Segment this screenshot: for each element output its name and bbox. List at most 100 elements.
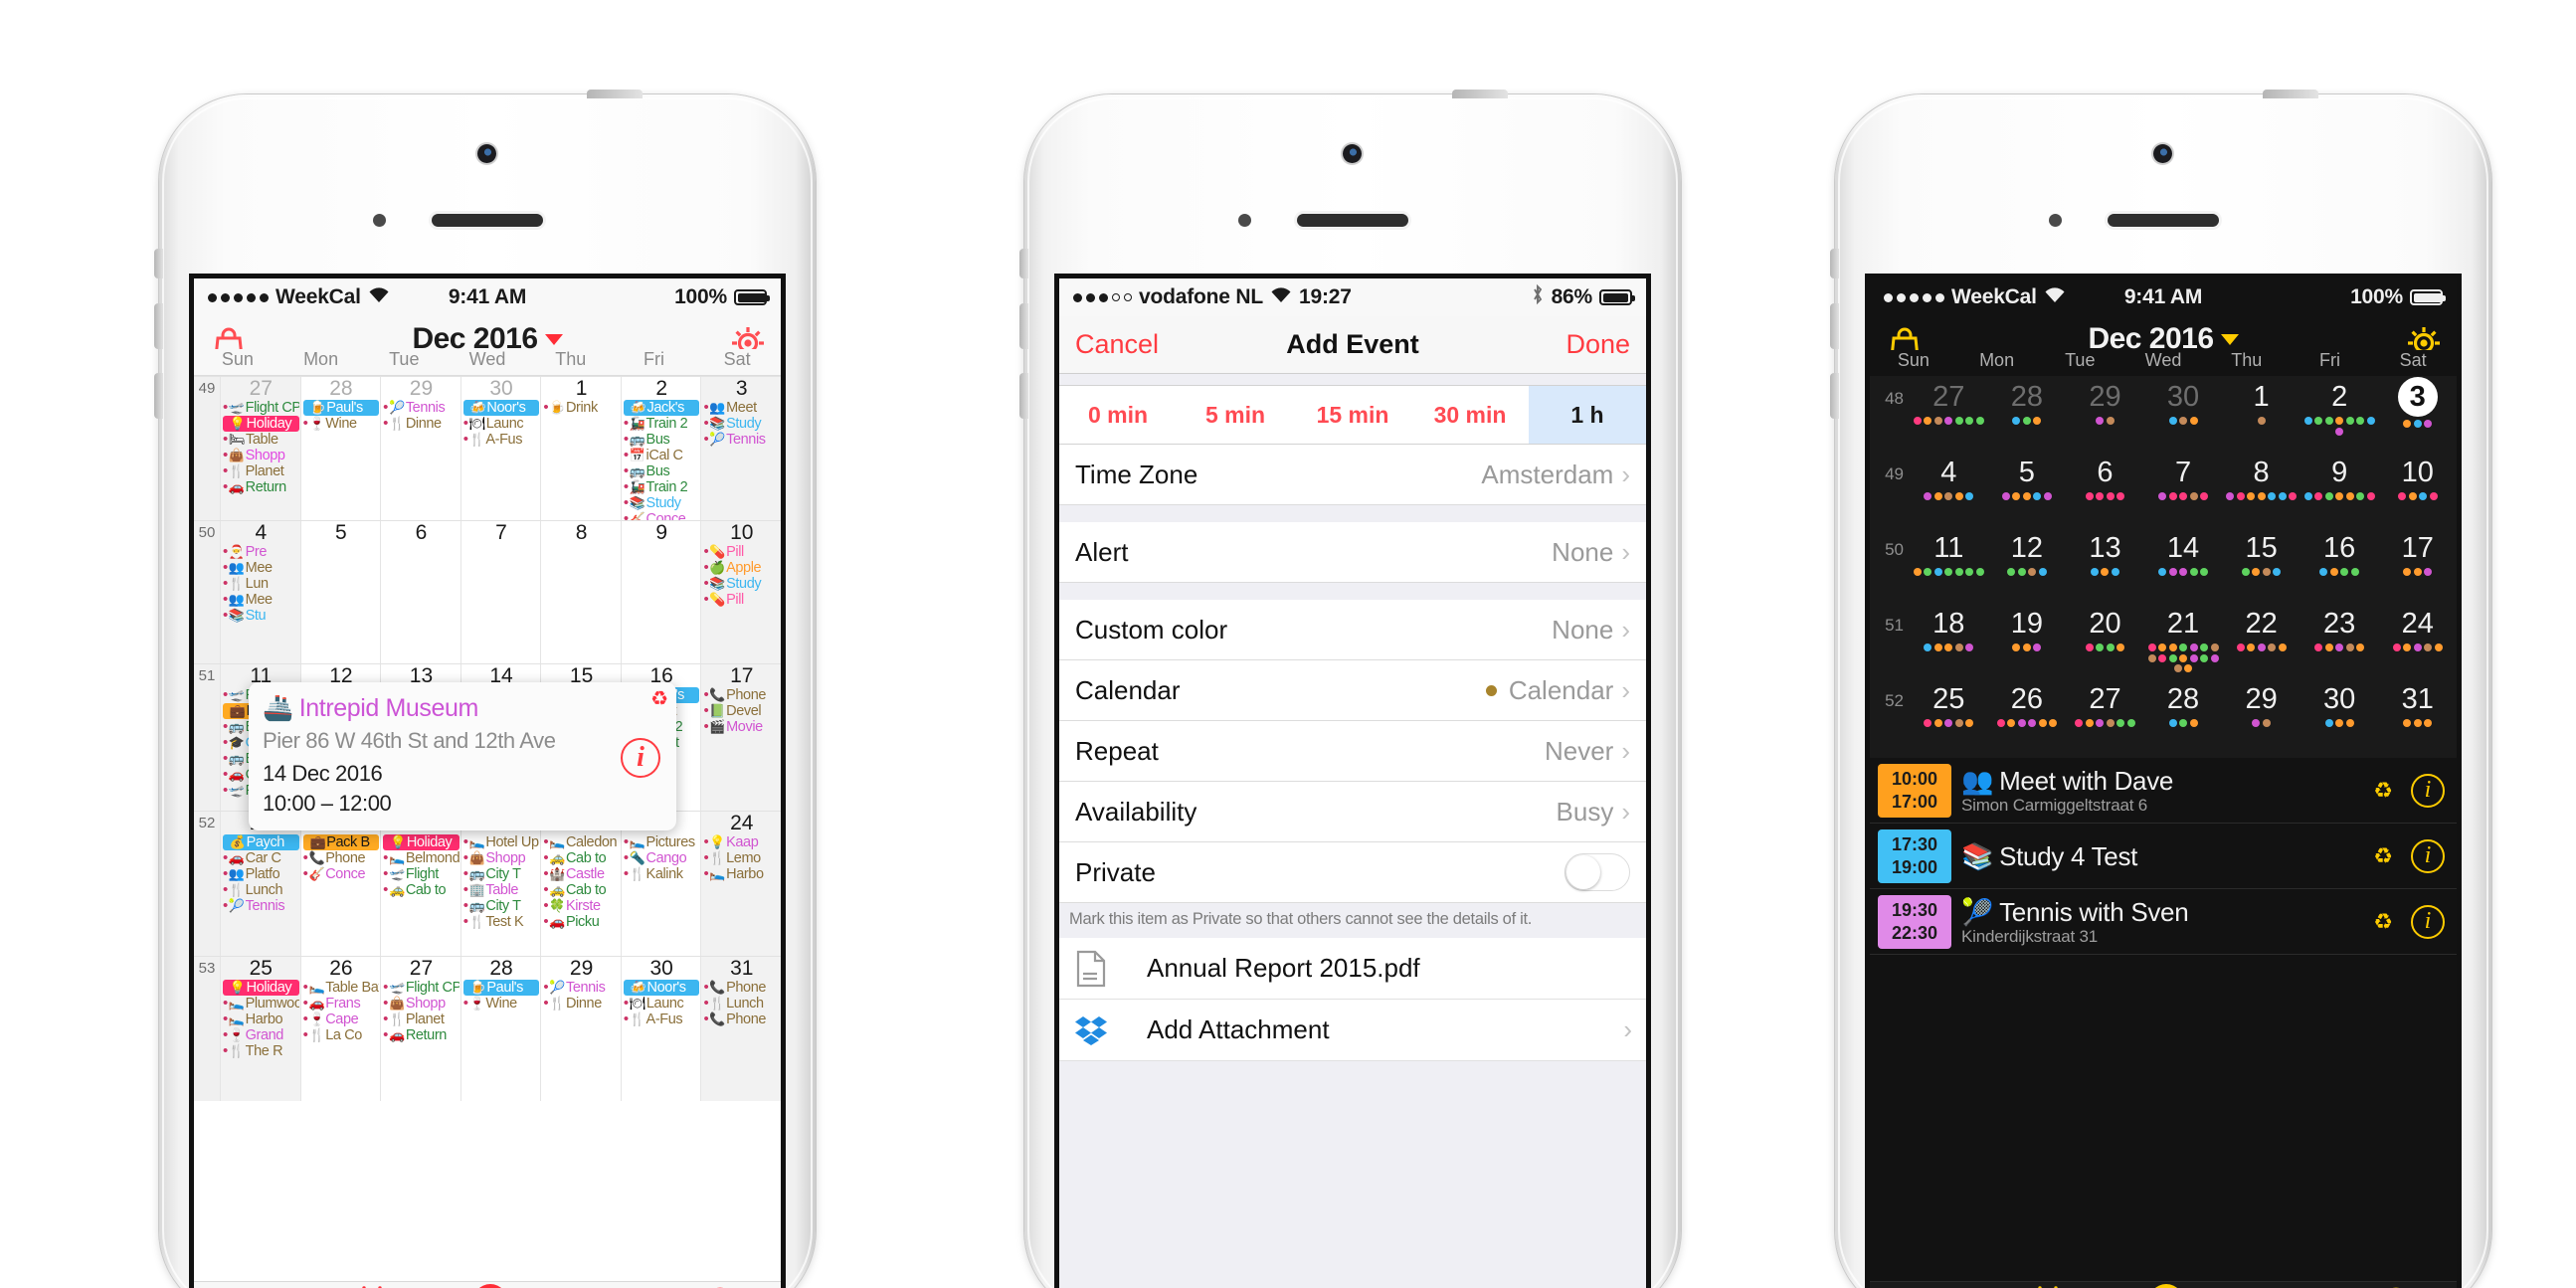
add-icon[interactable] bbox=[467, 1282, 513, 1288]
calendar-event[interactable]: • 📞 Phone bbox=[703, 687, 780, 703]
calendar-event[interactable]: • 🍷 Wine bbox=[463, 996, 540, 1012]
calendar-event[interactable]: •💰Paych bbox=[223, 834, 299, 851]
calendar-event[interactable]: • 🍷 Wine bbox=[303, 416, 380, 432]
alert-preset-segmented-control[interactable]: 0 min 5 min 15 min 30 min 1 h bbox=[1059, 385, 1646, 445]
calendar-event[interactable]: •💡Holiday bbox=[223, 980, 299, 997]
day-cell[interactable]: 25•💡Holiday•🛌Plumwood Inn•🛌Harbo•🍷Grand•… bbox=[220, 957, 300, 1101]
calendar-event[interactable]: • 📗 Devel bbox=[703, 703, 780, 719]
day-cell[interactable]: 5 bbox=[1988, 456, 2067, 500]
event-list-item[interactable]: 17:30 19:00 📚 Study 4 Test ♻ i bbox=[1870, 824, 2457, 889]
info-button[interactable]: i bbox=[2411, 838, 2445, 873]
day-cell[interactable]: 27•🛫Flight CPT-AMS•💡Holiday•🛏Table•👜Shop… bbox=[220, 377, 300, 520]
calendar-event[interactable]: • 🍴 Dinne bbox=[383, 416, 460, 432]
calendar-event[interactable]: • 🍴 Kalink bbox=[624, 866, 700, 882]
calendar-event[interactable]: • 🍴 La Co bbox=[303, 1027, 380, 1043]
calendar-event[interactable]: • 🍺 Drink bbox=[543, 400, 620, 416]
calendar-event[interactable]: • 🚗 Frans bbox=[303, 996, 380, 1012]
calendar-event[interactable]: •🛌Caledon Villa G bbox=[543, 834, 620, 850]
mute-switch[interactable] bbox=[154, 249, 163, 278]
power-button[interactable] bbox=[1452, 90, 1508, 98]
day-cell[interactable]: 5 bbox=[299, 521, 381, 663]
calendar-event[interactable]: • 🍀 Kirste bbox=[543, 898, 620, 914]
day-cell[interactable]: 9 bbox=[620, 521, 701, 663]
calendar-event[interactable]: •💡Holiday bbox=[223, 416, 299, 433]
day-cell[interactable]: 28•🍺Paul's•🍷Wine bbox=[299, 377, 381, 520]
day-cell[interactable]: 22•🛌Caledon Villa G•🚕Cab to•🏰Castle•🚕Cab… bbox=[540, 812, 621, 956]
volume-up-button[interactable] bbox=[1019, 303, 1028, 349]
day-cell[interactable]: 24 bbox=[2378, 607, 2457, 651]
day-cell[interactable]: 30 bbox=[2300, 682, 2379, 727]
calendar-event[interactable]: • 🚕 Cab to bbox=[383, 882, 460, 898]
day-cell[interactable]: 29 bbox=[2222, 682, 2300, 727]
calendar-event[interactable]: • 🛌 Harbo bbox=[703, 866, 780, 882]
alert-preset-0-min[interactable]: 0 min bbox=[1059, 386, 1177, 444]
day-cell[interactable]: 23•🛌Pictures Guest•🔦Cango•🍴Kalink bbox=[620, 812, 701, 956]
calendar-event[interactable]: •🛫Flight bbox=[383, 866, 460, 882]
calendar-event[interactable]: •🛌Hotel Upper Eas bbox=[463, 834, 540, 850]
day-cell[interactable]: 26•🛌Table Bay Hotel•🚗Frans•🍷Cape•🍴La Co bbox=[299, 957, 381, 1101]
day-cell[interactable]: 20 bbox=[2066, 607, 2144, 651]
calendar-event[interactable]: • 👜 Shopp bbox=[463, 850, 540, 866]
calendar-event[interactable]: • 🚂 Train 2 bbox=[624, 416, 700, 432]
calendar-event[interactable]: •👥Meet bbox=[703, 400, 780, 416]
day-cell[interactable]: 17 • 📞 Phone • 📗 Devel • 🎬 Movie bbox=[700, 664, 781, 811]
calendar-event[interactable]: • 💡 Kaap bbox=[703, 834, 780, 850]
mute-switch[interactable] bbox=[1830, 249, 1839, 278]
day-cell[interactable]: 10 bbox=[2378, 456, 2457, 500]
calendar-event[interactable]: • 🎾 Tennis bbox=[223, 898, 299, 914]
day-cell[interactable]: 30•🍻Noor's•🍽Launc•🍴A-Fus bbox=[620, 957, 701, 1101]
day-cell[interactable]: 10 • 💊 Pill • 🍏 Apple • 📚 Study • 💊 Pill bbox=[700, 521, 781, 663]
power-button[interactable] bbox=[587, 90, 643, 98]
attachment-row[interactable]: Add Attachment › bbox=[1059, 1000, 1646, 1061]
day-cell[interactable]: 22 bbox=[2222, 607, 2300, 651]
calendar-event[interactable]: • 🎸 Conce bbox=[303, 866, 380, 882]
form-row-availability[interactable]: Availability Busy › bbox=[1059, 782, 1646, 842]
form-row-repeat[interactable]: Repeat Never › bbox=[1059, 721, 1646, 782]
day-cell[interactable]: 28 bbox=[1988, 380, 2067, 425]
calendar-event[interactable]: • 📚 Study bbox=[703, 576, 780, 592]
calendar-event[interactable]: • 🚌 Bus bbox=[624, 463, 700, 479]
calendar-event[interactable]: • 🛏 Table bbox=[223, 432, 299, 448]
day-cell[interactable]: 4 bbox=[1910, 456, 1988, 500]
calendar-event[interactable]: •🛌Plumwood Inn bbox=[223, 996, 299, 1012]
info-button[interactable]: i bbox=[2411, 773, 2445, 808]
calendar-event[interactable]: • 🎸 Conce bbox=[624, 511, 700, 520]
day-cell[interactable]: 1 bbox=[2222, 380, 2300, 425]
day-cell[interactable]: 6 bbox=[2066, 456, 2144, 500]
month-grid[interactable]: 48 27 28 29 30 1 2 3 49 4 5 6 7 8 9 10 50 11 12 13 14 15 16 17 5… bbox=[1870, 376, 2457, 758]
calendar-event[interactable]: •🛫Flight CPT-AMS bbox=[223, 400, 299, 416]
calendar-event[interactable]: • 🚌 Bus bbox=[624, 432, 700, 448]
calendar-event[interactable]: • 🔦 Cango bbox=[624, 850, 700, 866]
day-cell[interactable]: 3 bbox=[2378, 377, 2457, 428]
day-cell[interactable]: 3 • 👥 Meet • 📚 Study • 🎾 Tennis bbox=[700, 377, 781, 520]
calendar-event[interactable]: • 🎾 Tennis bbox=[543, 980, 620, 996]
alert-preset-1-h[interactable]: 1 h bbox=[1529, 386, 1646, 444]
calendar-event[interactable]: • 🚌 City T bbox=[463, 898, 540, 914]
day-cell[interactable]: 27 bbox=[1910, 380, 1988, 425]
day-cell[interactable]: 4 • 🎅 Pre • 👥 Mee • 🍴 Lun • 👥 Mee • 📚 Stu bbox=[220, 521, 300, 663]
day-cell[interactable]: 18 bbox=[1910, 607, 1988, 651]
day-cell[interactable]: 19•💼Pack B•📞Phone•🎸Conce bbox=[299, 812, 381, 956]
day-cell[interactable]: 7 bbox=[2144, 456, 2223, 500]
calendar-event[interactable]: • 👥 Platfo bbox=[223, 866, 299, 882]
calendar-event[interactable]: • 🚗 Picku bbox=[543, 914, 620, 930]
calendar-event[interactable]: • 🎅 Pre bbox=[223, 544, 299, 560]
volume-up-button[interactable] bbox=[1830, 303, 1839, 349]
day-cell[interactable]: 6 bbox=[380, 521, 460, 663]
calendar-event[interactable]: • 🚌 City T bbox=[463, 866, 540, 882]
calendar-event[interactable]: • 🚕 Cab to bbox=[543, 882, 620, 898]
day-cell[interactable]: 26 bbox=[1988, 682, 2067, 727]
day-cell[interactable]: 21•🛌Hotel Upper Eas•👜Shopp•🚌City T•🏢Tabl… bbox=[460, 812, 541, 956]
form-row-custom-color[interactable]: Custom color None › bbox=[1059, 600, 1646, 660]
calendar-event[interactable]: • 🚕 Cab to bbox=[543, 850, 620, 866]
calendar-event[interactable]: •🛌Pictures Guest bbox=[624, 834, 700, 850]
calendar-event[interactable]: • 🍴 Dinne bbox=[543, 996, 620, 1012]
day-cell[interactable]: 31 bbox=[2378, 682, 2457, 727]
alert-preset-30-min[interactable]: 30 min bbox=[1411, 386, 1529, 444]
add-icon[interactable] bbox=[2143, 1282, 2189, 1288]
calendar-event[interactable]: • 📚 Stu bbox=[223, 608, 299, 624]
calendar-event[interactable]: •🚗Return bbox=[223, 479, 299, 495]
day-cell[interactable]: 11 bbox=[1910, 531, 1988, 576]
power-button[interactable] bbox=[2263, 90, 2318, 98]
calendar-event[interactable]: •🍻Noor's bbox=[462, 400, 540, 417]
